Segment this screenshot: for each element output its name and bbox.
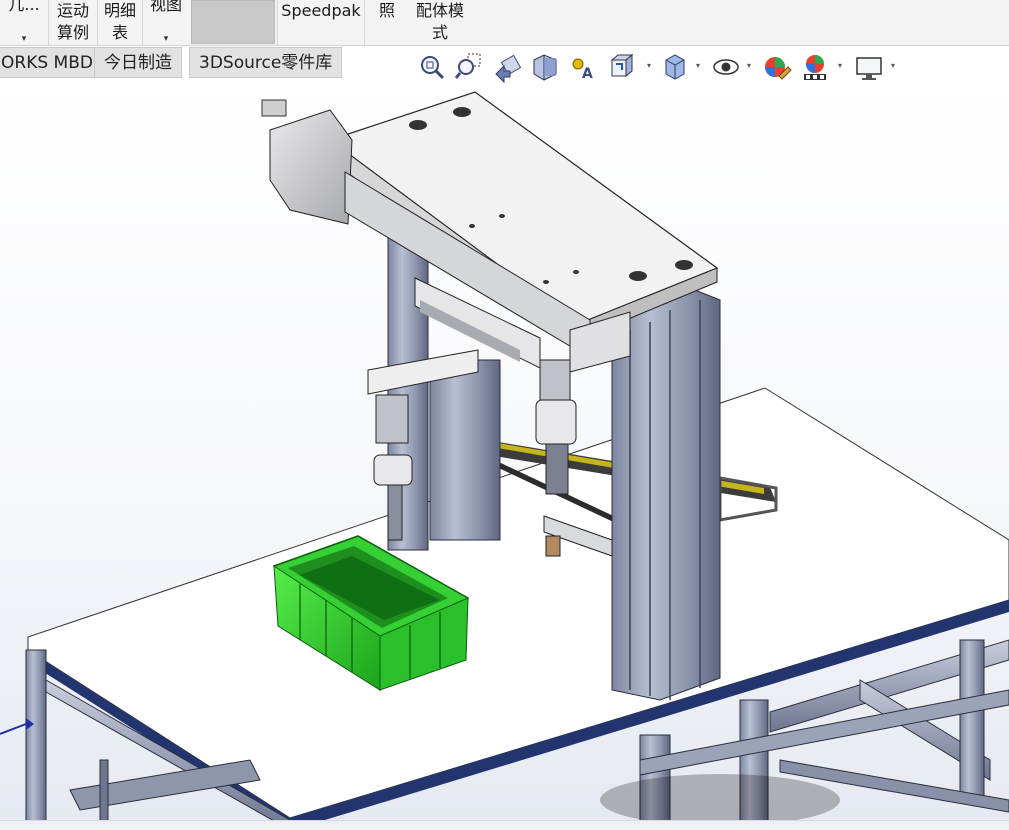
column-back-center xyxy=(429,359,501,541)
ribbon-label: 运动 xyxy=(56,1,89,20)
ribbon-label: 照 xyxy=(378,1,395,20)
tab-today-manufacturing[interactable]: 今日制造 xyxy=(94,47,182,78)
dynamic-annotation-icon[interactable]: A xyxy=(568,50,598,84)
ribbon-label: 视图 xyxy=(149,0,182,14)
chevron-down-icon: ▾ xyxy=(21,34,27,44)
display-style-icon[interactable] xyxy=(660,50,690,84)
ribbon-button-speedpak[interactable]: Speedpak xyxy=(279,0,363,46)
chevron-down-icon[interactable]: ▾ xyxy=(644,58,654,74)
previous-view-icon[interactable] xyxy=(492,50,522,84)
zoom-to-fit-icon[interactable] xyxy=(417,50,447,84)
ribbon-button-view[interactable]: 视图 ▾ xyxy=(143,0,189,46)
zoom-to-area-icon[interactable] xyxy=(454,50,484,84)
assembly-model xyxy=(0,91,1009,820)
chevron-down-icon[interactable]: ▾ xyxy=(835,58,845,74)
ribbon-button-assembly-mode[interactable]: 配体模 式 xyxy=(410,0,470,46)
section-view-icon[interactable] xyxy=(530,50,560,84)
apply-scene-icon[interactable] xyxy=(800,50,830,84)
graphics-area[interactable] xyxy=(0,80,1009,820)
tab-mbd[interactable]: ORKS MBD xyxy=(0,47,103,78)
ribbon-button-bom[interactable]: 明细 表 xyxy=(98,0,142,46)
ribbon-label: 配体模 xyxy=(415,1,464,20)
chevron-down-icon[interactable]: ▾ xyxy=(744,58,754,74)
svg-text:A: A xyxy=(582,66,593,82)
view-settings-icon[interactable] xyxy=(854,50,884,84)
ribbon-button-geometry[interactable]: 几... ▾ xyxy=(0,0,48,46)
chevron-down-icon[interactable]: ▾ xyxy=(693,58,703,74)
hide-show-items-icon[interactable] xyxy=(711,50,741,84)
status-bar xyxy=(0,820,1009,830)
ribbon-label: 式 xyxy=(431,23,448,42)
ribbon-label: 表 xyxy=(111,23,128,42)
edit-appearance-icon[interactable] xyxy=(762,50,792,84)
tab-3dsource-library[interactable]: 3DSource零件库 xyxy=(189,47,343,78)
ribbon-button-motion-study[interactable]: 运动 算例 xyxy=(50,0,96,46)
command-ribbon: 几... ▾ 运动 算例 明细 表 视图 ▾ Speedpak 照 配体模 式 xyxy=(0,0,1009,46)
chevron-down-icon: ▾ xyxy=(163,34,169,44)
ribbon-label: 几... xyxy=(8,0,40,14)
ribbon-label: 明细 xyxy=(103,1,136,20)
chevron-down-icon[interactable]: ▾ xyxy=(888,58,898,74)
view-orientation-icon[interactable] xyxy=(606,50,636,84)
ribbon-button-lighting[interactable]: 照 xyxy=(370,0,404,46)
floor-shadow xyxy=(600,774,840,820)
ribbon-label: Speedpak xyxy=(281,1,361,20)
ribbon-label: 算例 xyxy=(56,23,89,42)
ribbon-button-disabled[interactable] xyxy=(191,0,275,44)
